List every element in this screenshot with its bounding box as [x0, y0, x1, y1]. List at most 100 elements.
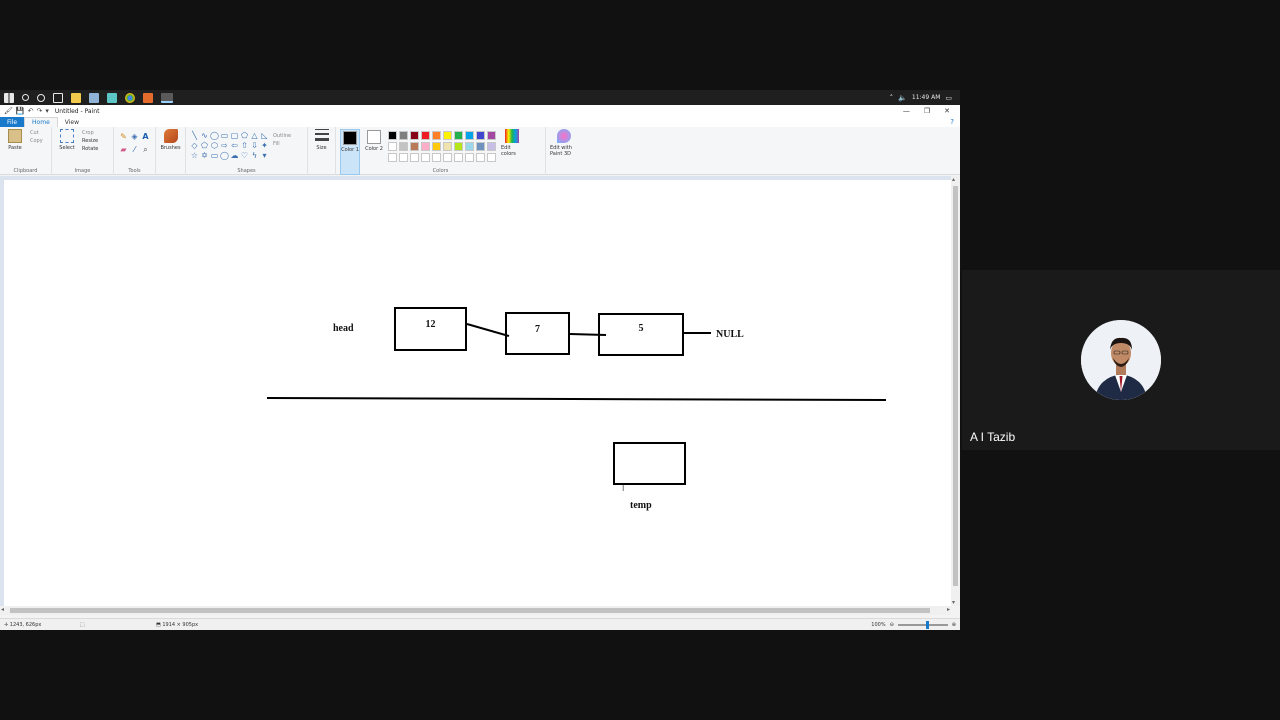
tab-view[interactable]: View: [58, 117, 86, 127]
palette-swatch[interactable]: [487, 153, 496, 162]
palette-swatch[interactable]: [443, 153, 452, 162]
maximize-icon[interactable]: ❐: [924, 107, 930, 115]
shapes-more-icon[interactable]: ▾: [260, 151, 269, 160]
down-arrow-shape-icon[interactable]: ⇩: [250, 141, 259, 150]
vertical-scrollbar[interactable]: ▴ ▾: [951, 176, 960, 606]
fill-button[interactable]: Fill: [273, 141, 291, 147]
palette-swatch[interactable]: [421, 142, 430, 151]
task-view-icon[interactable]: [53, 92, 63, 103]
palette-swatch[interactable]: [410, 131, 419, 140]
scroll-up-icon[interactable]: ▴: [952, 176, 955, 183]
hexagon-shape-icon[interactable]: ⬡: [210, 141, 219, 150]
outline-button[interactable]: Outline: [273, 133, 291, 139]
palette-swatch[interactable]: [410, 153, 419, 162]
palette-swatch[interactable]: [432, 142, 441, 151]
palette-swatch[interactable]: [388, 131, 397, 140]
app-icon-teal[interactable]: [107, 92, 117, 103]
volume-icon[interactable]: 🔈: [898, 94, 907, 102]
palette-swatch[interactable]: [487, 142, 496, 151]
right-arrow-shape-icon[interactable]: ⇨: [220, 141, 229, 150]
undo-icon[interactable]: ↶: [28, 107, 34, 115]
horizontal-scroll-thumb[interactable]: [10, 608, 930, 613]
palette-swatch[interactable]: [465, 131, 474, 140]
size-button[interactable]: Size: [312, 129, 331, 175]
notepad-icon[interactable]: [89, 92, 99, 103]
palette-swatch[interactable]: [465, 142, 474, 151]
zoom-out-icon[interactable]: ⊖: [890, 622, 894, 628]
save-icon[interactable]: 💾: [16, 107, 25, 115]
vertical-scroll-thumb[interactable]: [953, 186, 958, 586]
minimize-icon[interactable]: —: [903, 107, 910, 115]
zoom-slider-knob[interactable]: [925, 620, 929, 629]
five-star-shape-icon[interactable]: ☆: [190, 151, 199, 160]
scroll-left-icon[interactable]: ◂: [1, 606, 4, 613]
copy-button[interactable]: Copy: [30, 138, 43, 144]
palette-swatch[interactable]: [487, 131, 496, 140]
palette-swatch[interactable]: [443, 142, 452, 151]
right-triangle-shape-icon[interactable]: ◺: [260, 131, 269, 140]
help-icon[interactable]: ?: [950, 117, 960, 127]
zoom-slider[interactable]: [897, 620, 948, 629]
polygon-shape-icon[interactable]: ⬠: [240, 131, 249, 140]
palette-swatch[interactable]: [454, 153, 463, 162]
oval-shape-icon[interactable]: ◯: [210, 131, 219, 140]
palette-swatch[interactable]: [432, 153, 441, 162]
text-icon[interactable]: A: [140, 132, 151, 145]
zoom-in-icon[interactable]: ⊕: [952, 622, 956, 628]
palette-swatch[interactable]: [410, 142, 419, 151]
palette-swatch[interactable]: [432, 131, 441, 140]
paint-taskbar-icon[interactable]: [161, 92, 173, 103]
callout-rect-shape-icon[interactable]: ▭: [210, 151, 219, 160]
windows-start-icon[interactable]: [4, 92, 14, 103]
palette-swatch[interactable]: [476, 142, 485, 151]
rotate-button[interactable]: Rotate: [82, 146, 98, 152]
file-explorer-icon[interactable]: [71, 92, 81, 103]
chrome-icon[interactable]: [125, 92, 135, 103]
four-star-shape-icon[interactable]: ✦: [260, 141, 269, 150]
edit-paint3d-button[interactable]: Edit with Paint 3D: [550, 129, 578, 175]
rounded-rect-shape-icon[interactable]: ▢: [230, 131, 239, 140]
fill-icon[interactable]: ◈: [129, 132, 140, 145]
app-icon-red[interactable]: [143, 92, 153, 103]
cut-button[interactable]: Cut: [30, 130, 43, 136]
palette-swatch[interactable]: [399, 131, 408, 140]
palette-swatch[interactable]: [388, 142, 397, 151]
palette-swatch[interactable]: [443, 131, 452, 140]
tab-file[interactable]: File: [0, 117, 25, 127]
crop-button[interactable]: Crop: [82, 130, 98, 136]
six-star-shape-icon[interactable]: ✡: [200, 151, 209, 160]
palette-swatch[interactable]: [421, 153, 430, 162]
left-arrow-shape-icon[interactable]: ⇦: [230, 141, 239, 150]
tab-home[interactable]: Home: [24, 117, 58, 127]
line-shape-icon[interactable]: ╲: [190, 131, 199, 140]
palette-swatch[interactable]: [454, 131, 463, 140]
palette-swatch[interactable]: [399, 142, 408, 151]
diamond-shape-icon[interactable]: ◇: [190, 141, 199, 150]
palette-swatch[interactable]: [465, 153, 474, 162]
pencil-icon[interactable]: ✎: [118, 132, 129, 145]
search-icon[interactable]: [22, 94, 29, 101]
notifications-icon[interactable]: ▭: [945, 94, 952, 102]
triangle-shape-icon[interactable]: △: [250, 131, 259, 140]
drawing-canvas[interactable]: I head 12 7 5 NULL temp: [4, 180, 951, 606]
redo-icon[interactable]: ↷: [36, 107, 42, 115]
palette-swatch[interactable]: [421, 131, 430, 140]
eraser-icon[interactable]: ▰: [118, 145, 129, 158]
curve-shape-icon[interactable]: ∿: [200, 131, 209, 140]
cortana-icon[interactable]: [37, 93, 45, 102]
brushes-button[interactable]: Brushes: [160, 129, 181, 175]
magnifier-icon[interactable]: ⌕: [140, 145, 151, 158]
scroll-right-icon[interactable]: ▸: [947, 606, 950, 613]
resize-button[interactable]: Resize: [82, 138, 98, 144]
color-picker-icon[interactable]: ⁄: [129, 145, 140, 158]
customize-chevron-icon[interactable]: ▾: [45, 107, 49, 115]
palette-swatch[interactable]: [476, 153, 485, 162]
close-icon[interactable]: ✕: [944, 107, 950, 115]
palette-swatch[interactable]: [476, 131, 485, 140]
scroll-down-icon[interactable]: ▾: [952, 599, 955, 606]
palette-swatch[interactable]: [454, 142, 463, 151]
up-arrow-shape-icon[interactable]: ⇧: [240, 141, 249, 150]
rectangle-shape-icon[interactable]: ▭: [220, 131, 229, 140]
clock[interactable]: 11:49 AM: [912, 94, 940, 101]
callout-oval-shape-icon[interactable]: ◯: [220, 151, 229, 160]
